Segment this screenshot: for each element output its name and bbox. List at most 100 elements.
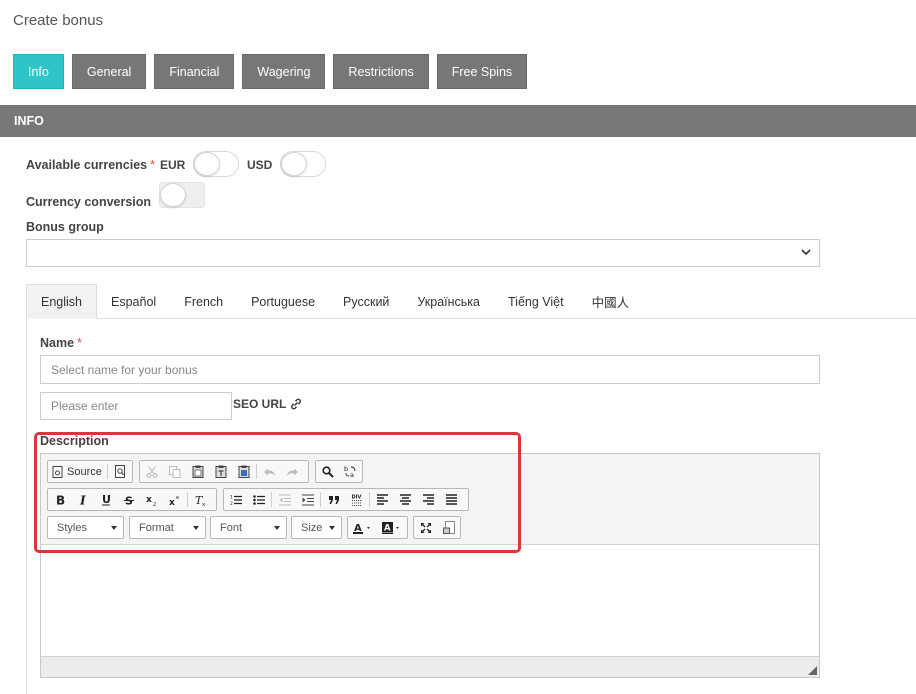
resize-grip-icon[interactable]	[808, 666, 817, 675]
section-header-info: INFO	[0, 105, 916, 137]
toolbar-group-colors: A A	[347, 516, 408, 539]
find-button[interactable]	[316, 461, 339, 482]
replace-button[interactable]: ba	[339, 461, 362, 482]
tab-financial[interactable]: Financial	[154, 54, 235, 89]
outdent-icon	[278, 493, 291, 506]
link-icon[interactable]	[290, 398, 302, 410]
redo-icon	[287, 468, 298, 476]
align-justify-icon	[446, 494, 457, 505]
currency-eur-toggle[interactable]	[193, 151, 239, 177]
copy-button[interactable]	[163, 461, 186, 482]
toolbar-separator	[187, 492, 188, 507]
svg-text:2: 2	[153, 502, 156, 506]
source-icon	[52, 465, 63, 478]
bold-button[interactable]: B	[48, 489, 71, 510]
align-left-button[interactable]	[371, 489, 394, 510]
svg-text:DIV: DIV	[351, 495, 361, 501]
seo-url-text: SEO URL	[233, 397, 287, 411]
rich-text-editor: Source ba B I U S x2 x e T x 1 2 DIV Sty…	[40, 453, 820, 678]
paste-text-button[interactable]	[209, 461, 232, 482]
indent-icon	[301, 493, 314, 506]
font-dropdown[interactable]: Font	[210, 516, 287, 539]
lang-tab-russian[interactable]: Русский	[329, 284, 403, 319]
remove-format-button[interactable]: Tx	[189, 489, 212, 510]
subscript-icon: x2	[146, 495, 156, 506]
tab-free-spins[interactable]: Free Spins	[436, 54, 528, 89]
strike-button[interactable]: S	[117, 489, 140, 510]
svg-text:a: a	[350, 471, 354, 478]
svg-text:x: x	[146, 495, 152, 505]
tab-restrictions[interactable]: Restrictions	[333, 54, 429, 89]
indent-button[interactable]	[296, 489, 319, 510]
seo-url-input[interactable]	[40, 392, 232, 420]
align-right-button[interactable]	[417, 489, 440, 510]
underline-button[interactable]: U	[94, 489, 117, 510]
outdent-button[interactable]	[273, 489, 296, 510]
show-blocks-icon	[442, 521, 455, 534]
preview-icon	[114, 465, 125, 478]
italic-button[interactable]: I	[71, 489, 94, 510]
lang-tab-chinese[interactable]: 中國人	[578, 284, 644, 319]
name-label: Name *	[40, 336, 82, 350]
editor-status-bar	[41, 656, 819, 677]
toolbar-separator	[369, 492, 370, 507]
size-dropdown[interactable]: Size	[291, 516, 342, 539]
tab-wagering[interactable]: Wagering	[242, 54, 326, 89]
align-center-button[interactable]	[394, 489, 417, 510]
paste-word-button[interactable]	[232, 461, 255, 482]
align-right-icon	[423, 494, 434, 505]
required-mark: *	[77, 336, 82, 350]
blockquote-button[interactable]	[322, 489, 345, 510]
text-color-button[interactable]: A	[348, 517, 377, 538]
toolbar-group-tools	[413, 516, 461, 539]
editor-content-area[interactable]	[41, 545, 819, 656]
superscript-button[interactable]: xe	[163, 489, 186, 510]
svg-text:x: x	[169, 498, 175, 506]
lang-tab-english[interactable]: English	[26, 284, 97, 319]
svg-text:I: I	[79, 494, 86, 506]
format-dropdown[interactable]: Format	[129, 516, 206, 539]
toolbar-group-basic-styles: B I U S x2 xe Tx	[47, 488, 217, 511]
numbered-list-icon: 12	[230, 494, 242, 506]
numbered-list-button[interactable]: 12	[224, 489, 247, 510]
currency-usd-toggle[interactable]	[280, 151, 326, 177]
required-mark: *	[150, 158, 156, 172]
svg-text:U: U	[102, 493, 111, 506]
toolbar-separator	[256, 464, 257, 479]
lang-tab-french[interactable]: French	[170, 284, 237, 319]
tab-info[interactable]: Info	[13, 54, 64, 89]
paste-word-icon	[238, 465, 249, 478]
subscript-button[interactable]: x2	[140, 489, 163, 510]
justify-button[interactable]	[440, 489, 463, 510]
div-container-icon: DIV	[351, 495, 362, 506]
create-div-button[interactable]: DIV	[345, 489, 368, 510]
dropdown-arrow-icon	[193, 526, 199, 530]
lang-tab-ukrainian[interactable]: Українська	[403, 284, 494, 319]
maximize-button[interactable]	[414, 517, 437, 538]
undo-button[interactable]	[258, 461, 281, 482]
toggle-knob	[160, 183, 186, 207]
styles-dropdown[interactable]: Styles	[47, 516, 124, 539]
svg-text:e: e	[176, 495, 179, 501]
align-left-icon	[377, 494, 388, 505]
bonus-group-select[interactable]	[26, 239, 820, 267]
bulleted-list-button[interactable]	[247, 489, 270, 510]
lang-tab-espanol[interactable]: Español	[97, 284, 170, 319]
background-color-button[interactable]: A	[377, 517, 406, 538]
font-label: Font	[220, 521, 243, 534]
remove-format-icon: Tx	[195, 494, 206, 506]
lang-tab-portuguese[interactable]: Portuguese	[237, 284, 329, 319]
tab-general[interactable]: General	[71, 54, 147, 89]
cut-button[interactable]	[140, 461, 163, 482]
source-button[interactable]: Source	[48, 461, 106, 482]
strikethrough-icon: S	[123, 494, 134, 506]
currency-conversion-toggle[interactable]	[159, 182, 205, 208]
lang-tab-vietnamese[interactable]: Tiếng Việt	[494, 284, 578, 319]
show-blocks-button[interactable]	[437, 517, 460, 538]
redo-button[interactable]	[281, 461, 304, 482]
paste-button[interactable]	[186, 461, 209, 482]
preview-button[interactable]	[109, 461, 132, 482]
replace-icon: ba	[344, 465, 356, 478]
name-input[interactable]	[40, 355, 820, 384]
editor-toolbar: Source ba B I U S x2 x e T x 1 2 DIV Sty…	[41, 454, 819, 545]
